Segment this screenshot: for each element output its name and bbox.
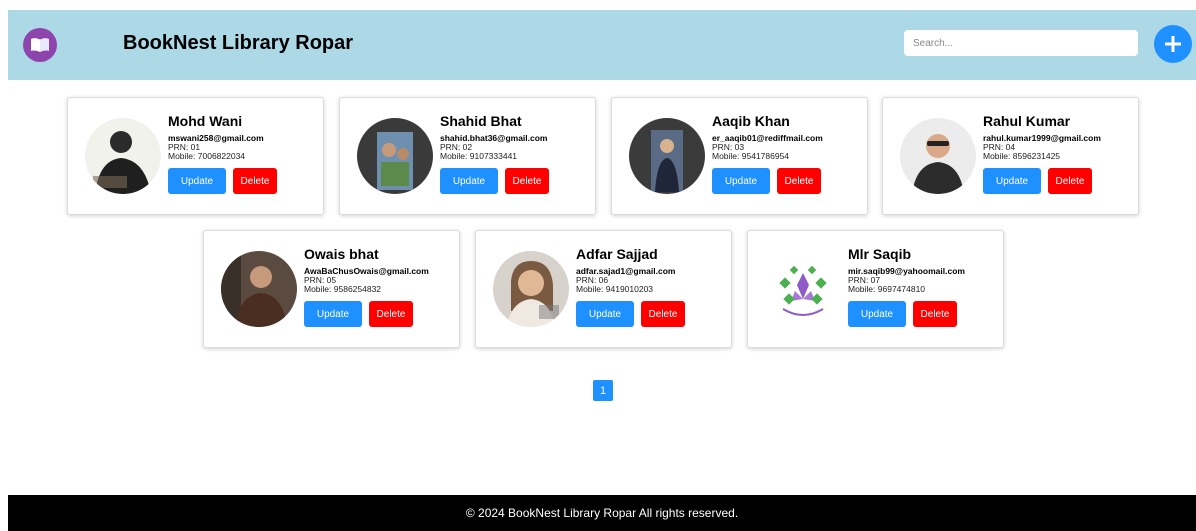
member-card: Mohd Wani mswani258@gmail.com PRN: 01 Mo… bbox=[67, 97, 324, 215]
member-mobile: Mobile: 8596231425 bbox=[983, 151, 1061, 161]
avatar bbox=[493, 251, 569, 327]
avatar bbox=[629, 118, 705, 194]
app-title: BookNest Library Ropar bbox=[123, 32, 354, 54]
member-name: Owais bhat bbox=[304, 246, 379, 262]
delete-button[interactable]: Delete bbox=[233, 168, 277, 194]
member-name: Shahid Bhat bbox=[440, 113, 522, 129]
avatar bbox=[221, 251, 297, 327]
avatar bbox=[900, 118, 976, 194]
delete-button[interactable]: Delete bbox=[777, 168, 821, 194]
member-name: Adfar Sajjad bbox=[576, 246, 658, 262]
member-card: Aaqib Khan er_aaqib01@rediffmail.com PRN… bbox=[611, 97, 868, 215]
member-mobile: Mobile: 9419010203 bbox=[576, 284, 654, 294]
member-card: Adfar Sajjad adfar.sajad1@gmail.com PRN:… bbox=[475, 230, 732, 348]
member-mobile: Mobile: 9107333441 bbox=[440, 151, 518, 161]
header-bar: BookNest Library Ropar bbox=[8, 10, 1196, 80]
member-mobile: Mobile: 9541786954 bbox=[712, 151, 790, 161]
book-icon[interactable] bbox=[23, 28, 57, 62]
member-name: Mohd Wani bbox=[168, 113, 243, 129]
update-button[interactable]: Update bbox=[168, 168, 226, 194]
update-button[interactable]: Update bbox=[712, 168, 770, 194]
footer: © 2024 BookNest Library Ropar All rights… bbox=[8, 495, 1196, 531]
add-member-button[interactable] bbox=[1154, 25, 1192, 63]
update-button[interactable]: Update bbox=[440, 168, 498, 194]
plus-icon bbox=[1165, 36, 1181, 52]
update-button[interactable]: Update bbox=[983, 168, 1041, 194]
member-mobile: Mobile: 7006822034 bbox=[168, 151, 246, 161]
avatar bbox=[357, 118, 433, 194]
delete-button[interactable]: Delete bbox=[913, 301, 957, 327]
search-input[interactable] bbox=[904, 30, 1138, 56]
member-card: Shahid Bhat shahid.bhat36@gmail.com PRN:… bbox=[339, 97, 596, 215]
page-button-1[interactable]: 1 bbox=[593, 380, 613, 401]
delete-button[interactable]: Delete bbox=[1048, 168, 1092, 194]
member-card: Rahul Kumar rahul.kumar1999@gmail.com PR… bbox=[882, 97, 1139, 215]
member-name: Aaqib Khan bbox=[712, 113, 790, 129]
delete-button[interactable]: Delete bbox=[641, 301, 685, 327]
member-card: Owais bhat AwaBaChusOwais@gmail.com PRN:… bbox=[203, 230, 460, 348]
member-card: Mlr Saqib mir.saqib99@yahoomail.com PRN:… bbox=[747, 230, 1004, 348]
update-button[interactable]: Update bbox=[576, 301, 634, 327]
member-name: Mlr Saqib bbox=[848, 246, 912, 262]
member-mobile: Mobile: 9697474810 bbox=[848, 284, 926, 294]
update-button[interactable]: Update bbox=[848, 301, 906, 327]
avatar bbox=[85, 118, 161, 194]
member-name: Rahul Kumar bbox=[983, 113, 1071, 129]
delete-button[interactable]: Delete bbox=[505, 168, 549, 194]
footer-text: © 2024 BookNest Library Ropar All rights… bbox=[465, 506, 739, 520]
page: BookNest Library Ropar Mohd Wani mswani2… bbox=[0, 0, 1196, 531]
update-button[interactable]: Update bbox=[304, 301, 362, 327]
member-mobile: Mobile: 9586254832 bbox=[304, 284, 382, 294]
avatar bbox=[765, 251, 841, 327]
delete-button[interactable]: Delete bbox=[369, 301, 413, 327]
